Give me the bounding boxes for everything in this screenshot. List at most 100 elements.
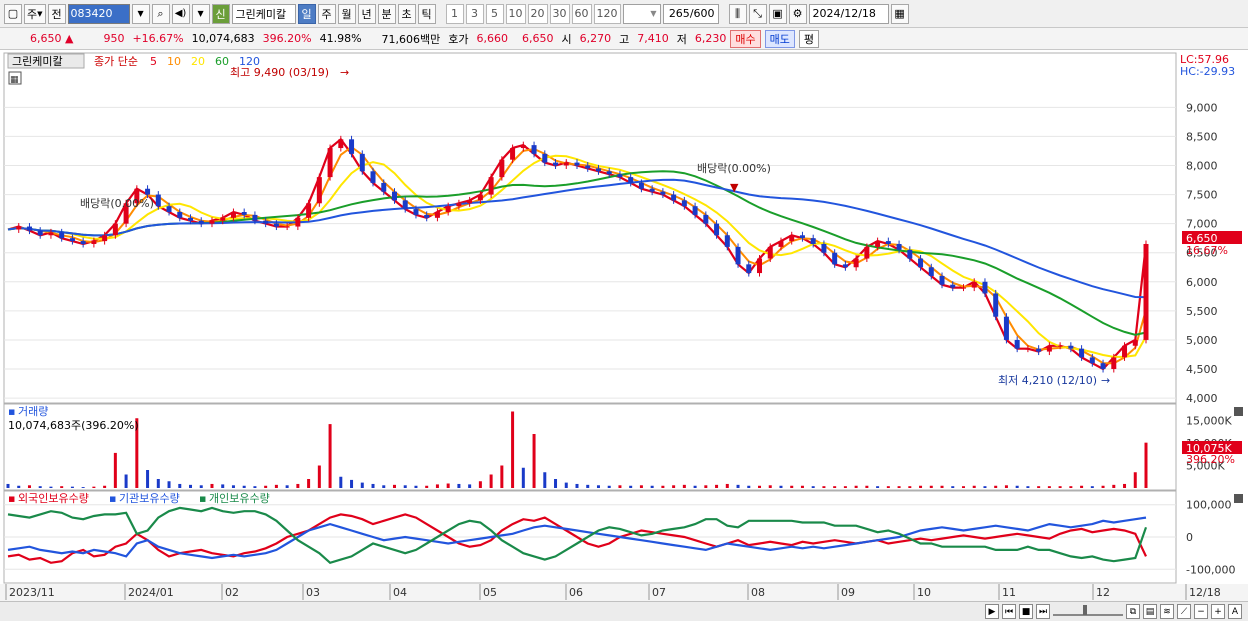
scroll-last-button[interactable]: ⏭ (1036, 604, 1050, 619)
settings-button[interactable]: ⚙ (788, 3, 807, 24)
volume-bar (328, 424, 332, 488)
volume-bar (392, 484, 396, 488)
candle-body (982, 281, 988, 294)
candle-body (595, 168, 601, 172)
price-tick-label: 9,000 (1186, 101, 1218, 114)
trend-button[interactable]: ⟋ (1177, 604, 1191, 619)
prev-button[interactable]: 전 (47, 3, 66, 24)
candle-body (1025, 348, 1031, 350)
holdings-tick-label: 100,000 (1186, 499, 1232, 512)
candle-body (757, 258, 763, 274)
market-select[interactable]: 주 ▼ (24, 3, 46, 24)
volume-bar (972, 485, 976, 488)
volume-bar (1015, 485, 1019, 488)
candle-body (112, 223, 118, 236)
zoom-slider-thumb[interactable] (1083, 604, 1087, 615)
zoom-in-button[interactable]: + (1211, 604, 1225, 619)
interval-button-1[interactable]: 1 (445, 3, 464, 24)
interval-button-5[interactable]: 5 (485, 3, 504, 24)
interval-button-20[interactable]: 20 (527, 3, 548, 24)
chart-area[interactable]: 9,0008,5008,0007,5007,0006,5006,0005,500… (0, 51, 1248, 601)
draw-tool-button[interactable]: ⤡ (748, 3, 767, 24)
volume-close-button[interactable] (1234, 407, 1243, 416)
interval-button-10[interactable]: 10 (505, 3, 526, 24)
chevron-down-icon: ▼ (37, 9, 43, 18)
period-tab-week[interactable]: 주 (317, 3, 336, 24)
period-tab-minute[interactable]: 분 (377, 3, 396, 24)
holdings-legend-item: 기관보유수량 (119, 492, 180, 505)
candle-body (338, 139, 344, 149)
x-tick-label: 08 (751, 586, 765, 599)
stock-name-field: 그린케미칼 (231, 3, 296, 24)
volume-legend: 거래량 (18, 405, 48, 418)
candle-body (273, 223, 279, 227)
average-button[interactable]: 평 (798, 29, 820, 48)
candle-body (456, 203, 462, 207)
chart-toolbar: ▢ 주 ▼ 전 083420 ▼ ⌕ ◀) ▼ 신 그린케미칼 일 주 월 년 분… (0, 0, 1248, 28)
pattern-icon: ≋ (1163, 606, 1171, 617)
interval-button-3[interactable]: 3 (465, 3, 484, 24)
interval-button-60[interactable]: 60 (571, 3, 592, 24)
volume-bar (178, 483, 182, 488)
sell-label: 매도 (769, 32, 790, 46)
candle-body (971, 281, 977, 288)
holdings-legend-icon: ▪ (8, 492, 15, 505)
font-size-button[interactable]: A (1228, 604, 1242, 619)
volume-bar (435, 484, 439, 488)
x-axis-band (0, 584, 1248, 601)
buy-button[interactable]: 매수 (730, 29, 761, 48)
x-tick-label: 12 (1096, 586, 1110, 599)
window-icon[interactable]: ▢ (4, 3, 22, 24)
candle-body (918, 258, 924, 268)
scroll-right-button[interactable]: ▶ (985, 604, 999, 619)
candle-body (1100, 363, 1106, 370)
save-button[interactable]: ▣ (768, 3, 787, 24)
period-tab-month[interactable]: 월 (337, 3, 356, 24)
copy-button[interactable]: ⧉ (1126, 604, 1140, 619)
sell-button[interactable]: 매도 (764, 29, 795, 48)
count-input[interactable]: 265/600 (662, 3, 719, 24)
holdings-close-button[interactable] (1234, 494, 1243, 503)
scroll-first-button[interactable]: ⏮ (1002, 604, 1016, 619)
stop-button[interactable]: ■ (1019, 604, 1033, 619)
period-tab-second[interactable]: 초 (397, 3, 416, 24)
zoom-slider[interactable] (1053, 604, 1123, 616)
period-tab-year[interactable]: 년 (357, 3, 376, 24)
price-tick-label: 4,500 (1186, 363, 1218, 376)
stock-code-input[interactable]: 083420 (67, 3, 130, 24)
candle-body (1068, 345, 1074, 349)
sound-button[interactable]: ◀) (171, 3, 190, 24)
volume-bar (414, 485, 418, 488)
market-label: 주 (27, 7, 38, 21)
date-input[interactable]: 2024/12/18 (808, 3, 889, 24)
candle-body (402, 200, 408, 210)
interval-button-120[interactable]: 120 (593, 3, 621, 24)
calendar-button[interactable]: ▦ (890, 3, 909, 24)
period-tab-day[interactable]: 일 (297, 3, 316, 24)
speaker-icon: ◀) (174, 8, 187, 19)
candle-body (810, 238, 816, 244)
candle-body (263, 220, 269, 224)
high-value: 7,410 (637, 32, 669, 45)
volume-bar (156, 479, 160, 488)
custom-interval-select[interactable]: ▼ (622, 3, 661, 24)
pattern-button[interactable]: ≋ (1160, 604, 1174, 619)
code-dropdown-button[interactable]: ▼ (131, 3, 150, 24)
volume-bar (725, 483, 729, 488)
period-tab-tick[interactable]: 틱 (417, 3, 436, 24)
x-tick-label: 09 (841, 586, 855, 599)
search-button[interactable]: ⌕ (151, 3, 170, 24)
volume-bar (382, 485, 386, 488)
interval-button-30[interactable]: 30 (549, 3, 570, 24)
zoom-out-button[interactable]: − (1194, 604, 1208, 619)
layout-button[interactable]: ▤ (1143, 604, 1157, 619)
volume-bar (511, 411, 515, 488)
open-label: 시 (561, 32, 572, 46)
candle-type-button[interactable]: ⫼ (728, 3, 747, 24)
volume-bar (607, 485, 611, 488)
candle-body (649, 188, 655, 192)
prev-next-button[interactable]: ▼ (191, 3, 210, 24)
calendar-icon: ▦ (894, 7, 905, 20)
volume-ratio: 396.20% (262, 32, 312, 45)
volume-bar (274, 484, 278, 488)
